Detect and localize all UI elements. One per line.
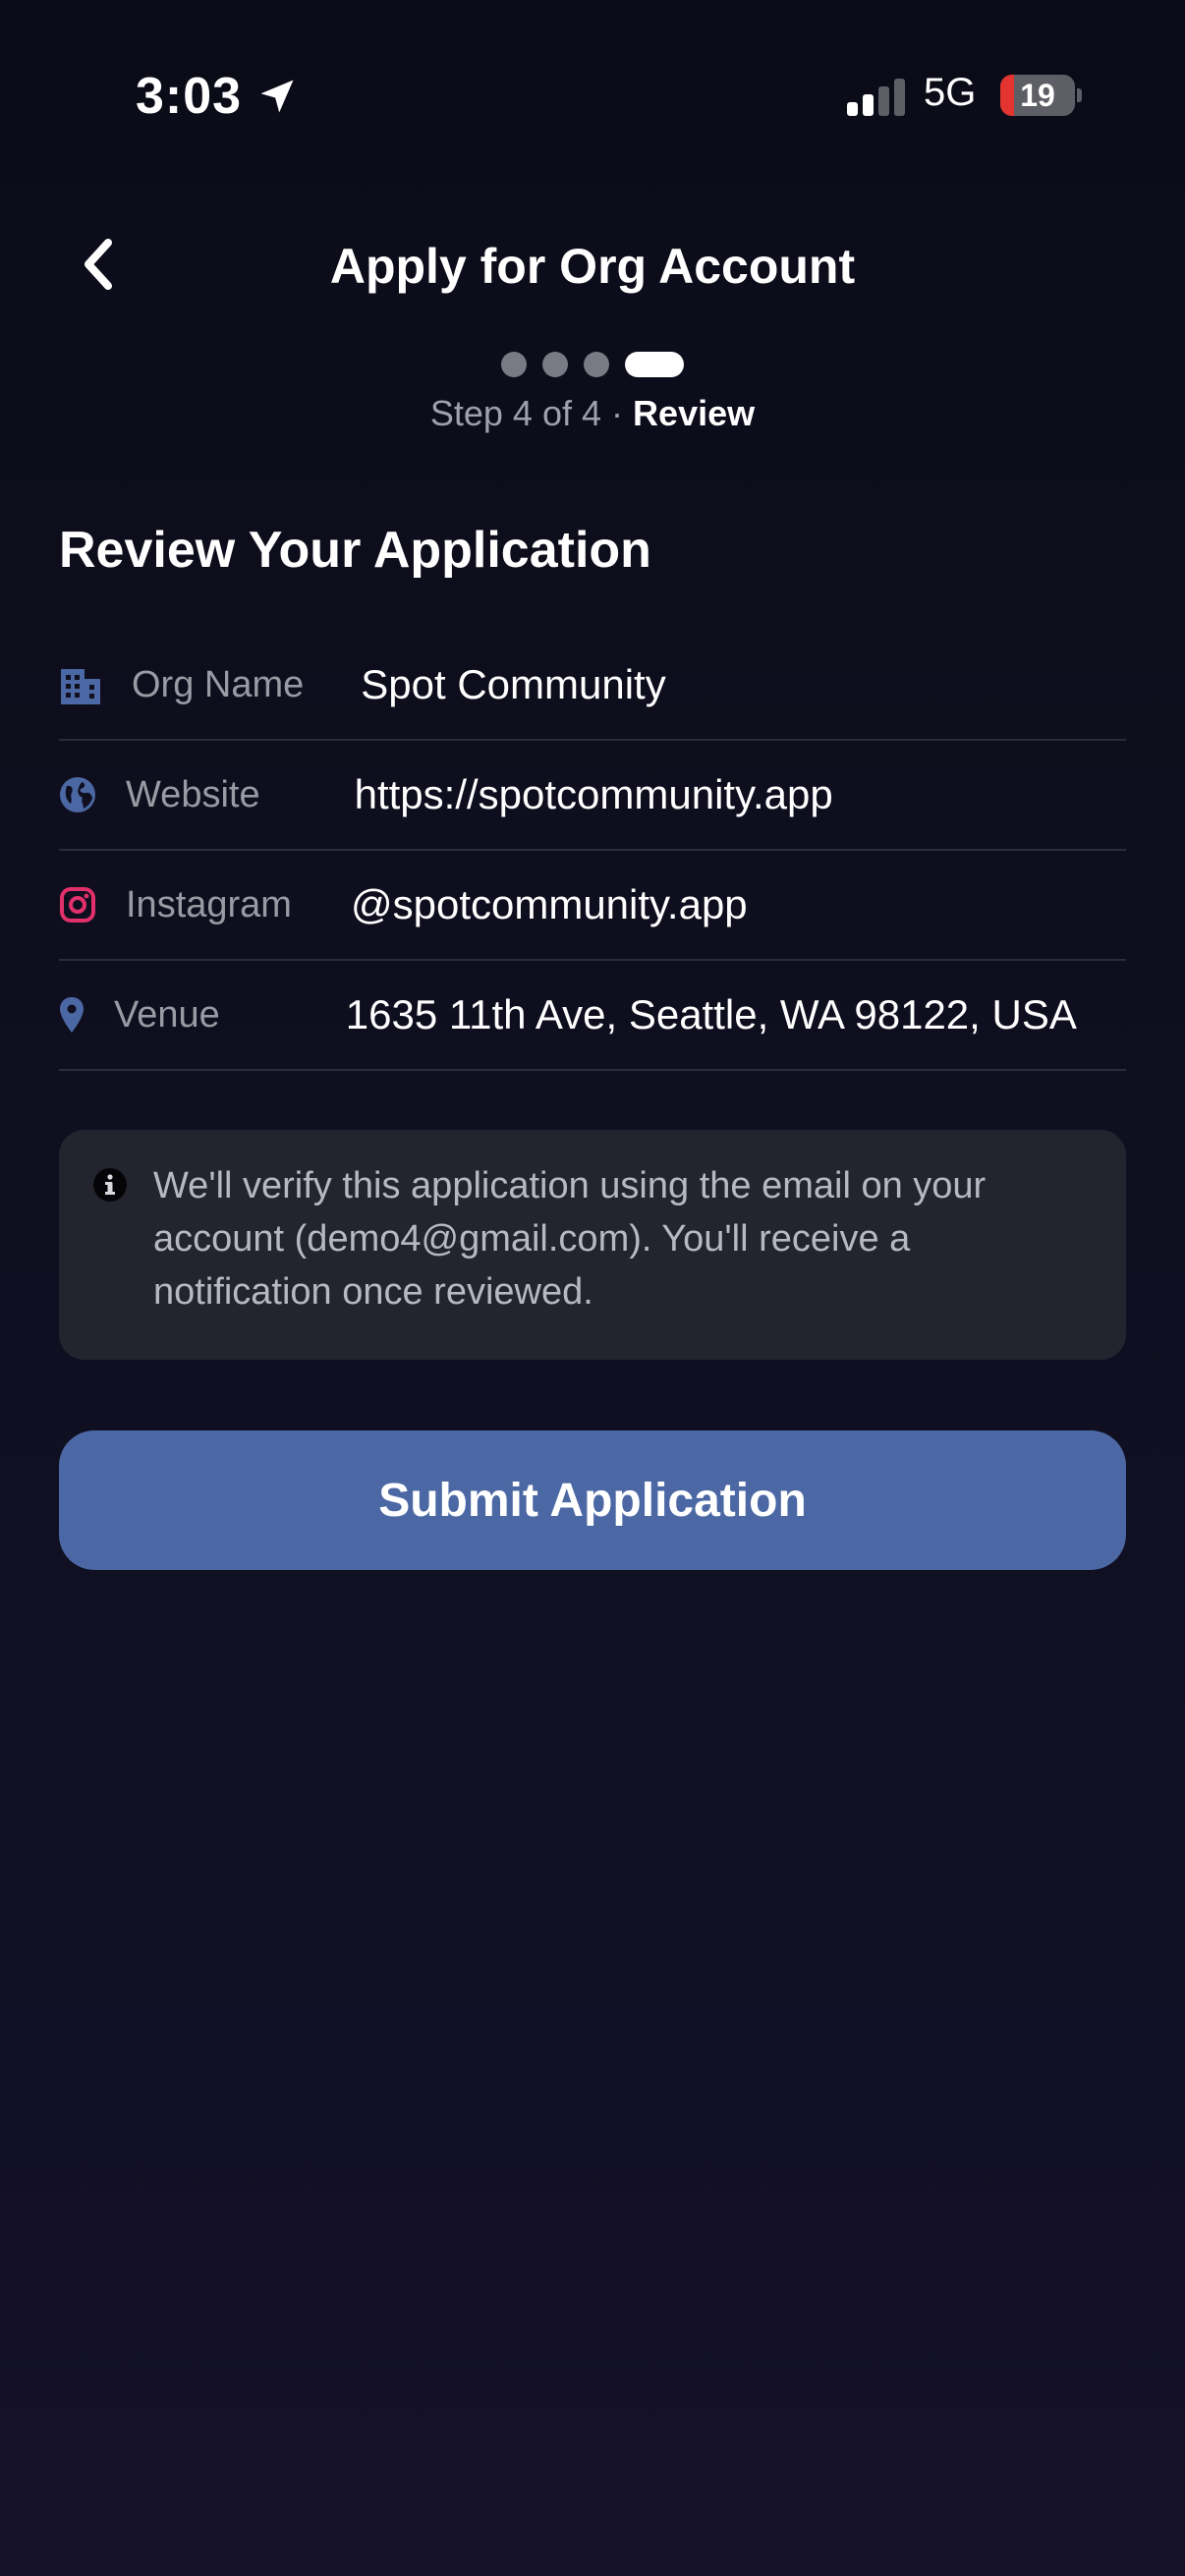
map-pin-icon (59, 993, 85, 1036)
submit-application-button[interactable]: Submit Application (59, 1430, 1126, 1570)
step-separator: · (611, 393, 624, 433)
instagram-label: Instagram (126, 883, 292, 925)
step-dot (584, 352, 609, 377)
review-list: Org Name Spot Community Website https://… (59, 631, 1126, 1071)
battery-level: 19 (1020, 78, 1055, 113)
battery-cap (1077, 88, 1082, 102)
step-dot (542, 352, 568, 377)
org-name-label: Org Name (132, 663, 305, 705)
step-count: Step 4 of 4 (429, 393, 602, 433)
battery-icon: 19 (1000, 75, 1075, 116)
chevron-left-icon (79, 237, 118, 297)
step-label: Step 4 of 4 · Review (0, 393, 1185, 434)
info-icon (92, 1167, 128, 1203)
instagram-icon (59, 883, 96, 926)
step-name: Review (633, 393, 756, 433)
step-progress-indicator (0, 352, 1185, 377)
status-bar: 3:03 5G 19 (0, 0, 1185, 196)
step-dot (501, 352, 527, 377)
page-title: Apply for Org Account (329, 239, 856, 294)
org-name-value: Spot Community (361, 661, 666, 707)
review-row-org-name: Org Name Spot Community (59, 631, 1126, 741)
step-dot-active (625, 352, 684, 377)
back-button[interactable] (69, 232, 128, 301)
globe-icon (59, 773, 96, 816)
review-row-instagram: Instagram @spotcommunity.app (59, 851, 1126, 961)
building-icon (59, 663, 102, 706)
venue-value: 1635 11th Ave, Seattle, WA 98122, USA (345, 991, 1077, 1037)
instagram-value: @spotcommunity.app (350, 881, 748, 927)
website-value: https://spotcommunity.app (354, 771, 833, 817)
location-arrow-icon (255, 75, 299, 118)
info-note-text: We'll verify this application using the … (153, 1165, 987, 1313)
review-row-venue: Venue 1635 11th Ave, Seattle, WA 98122, … (59, 961, 1126, 1071)
review-row-website: Website https://spotcommunity.app (59, 741, 1126, 851)
section-heading: Review Your Application (59, 522, 651, 579)
status-time: 3:03 (136, 68, 243, 125)
verification-info-note: We'll verify this application using the … (59, 1130, 1126, 1360)
website-label: Website (126, 773, 260, 815)
network-type: 5G (924, 71, 977, 114)
venue-label: Venue (114, 993, 220, 1036)
cellular-signal-icon (847, 79, 908, 116)
